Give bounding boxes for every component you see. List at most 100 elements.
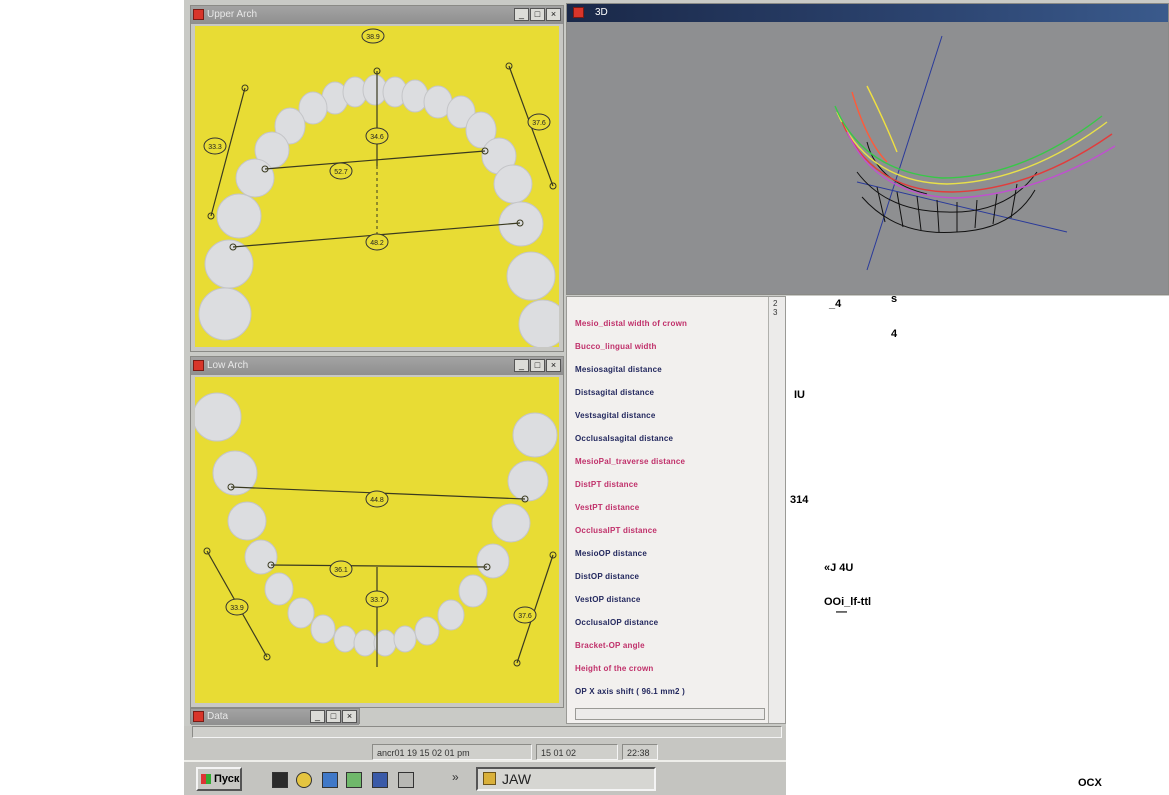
label-center: 34.6	[365, 127, 389, 145]
close-button[interactable]: ×	[342, 710, 357, 723]
label-left: 33.3	[203, 137, 227, 155]
upper-arch-drawing: 38.9 34.6 52.7 48.2 33.3 37.6	[195, 26, 559, 347]
minimize-button[interactable]: _	[310, 710, 325, 723]
upper-arch-title: Upper Arch	[207, 9, 258, 20]
svg-text:33.9: 33.9	[230, 605, 244, 612]
status-bar: ancr01 19 15 02 01 pm 15 01 02 22:38	[184, 726, 786, 760]
horizontal-scroll-track[interactable]	[192, 726, 782, 738]
stray-text: s	[891, 293, 898, 305]
stray-text: OCX	[1078, 777, 1102, 789]
measurement-list-item[interactable]: VestOP distance	[575, 595, 765, 618]
close-button[interactable]: ×	[546, 359, 561, 372]
status-date-field: ancr01 19 15 02 01 pm	[372, 744, 532, 760]
svg-text:33.3: 33.3	[208, 144, 222, 151]
list-horizontal-scrollbar[interactable]	[575, 708, 765, 720]
stray-text: 4	[891, 328, 898, 340]
measurement-list-item[interactable]: Distsagital distance	[575, 388, 765, 411]
lower-arch-drawing: 44.8 36.1 33.7 33.9 37.6	[195, 377, 559, 703]
window-app-icon	[193, 9, 204, 20]
window-app-icon	[193, 711, 204, 722]
explorer-icon[interactable]	[322, 772, 338, 788]
view3d-background	[567, 22, 1168, 294]
label-right: 37.6	[513, 606, 537, 624]
measurement-list-item[interactable]: Bucco_lingual width	[575, 342, 765, 365]
stray-text: «J 4U	[824, 562, 854, 574]
start-label: Пуск	[214, 773, 240, 785]
view3d-window[interactable]: 3D	[566, 3, 1169, 295]
word-icon[interactable]	[372, 772, 388, 788]
window-app-icon	[193, 360, 204, 371]
view3d-title: 3D	[595, 7, 608, 18]
maximize-button[interactable]: □	[530, 8, 545, 21]
svg-text:37.6: 37.6	[518, 613, 532, 620]
svg-text:33.7: 33.7	[370, 597, 384, 604]
measurement-list-item[interactable]: Mesio_distal width of crown	[575, 319, 765, 342]
stray-text: IU	[794, 389, 805, 401]
label-mid: 36.1	[329, 560, 353, 578]
measurement-list-item[interactable]: VestPT distance	[575, 503, 765, 526]
media-icon[interactable]	[398, 772, 414, 788]
close-button[interactable]: ×	[546, 8, 561, 21]
maximize-button[interactable]: □	[326, 710, 341, 723]
window-app-icon	[573, 7, 584, 18]
lower-arch-titlebar[interactable]: Low Arch _ □ ×	[191, 357, 563, 375]
measurement-list-item[interactable]: Bracket-OP angle	[575, 641, 765, 664]
measurement-list-panel[interactable]: Mesio_distal width of crown Bucco_lingual…	[566, 296, 786, 724]
measurement-list-item[interactable]: OP X axis shift ( 96.1 mm2 )	[575, 687, 765, 710]
measurement-list-item[interactable]: DistOP distance	[575, 572, 765, 595]
svg-text:37.6: 37.6	[532, 120, 546, 127]
measurement-list-item[interactable]: Height of the crown	[575, 664, 765, 687]
minimize-button[interactable]: _	[514, 8, 529, 21]
svg-text:34.6: 34.6	[370, 134, 384, 141]
upper-arch-window[interactable]: Upper Arch _ □ × 38.9 34.6 52.7 48.2 33.…	[190, 5, 564, 352]
minimize-button[interactable]: _	[514, 359, 529, 372]
data-window-stub[interactable]: Data _ □ ×	[190, 708, 360, 725]
stray-text: 314	[790, 494, 809, 506]
status-time: 22:38	[622, 744, 658, 760]
start-button[interactable]: Пуск	[196, 767, 242, 791]
label-molar: 48.2	[365, 233, 389, 251]
lower-arch-window[interactable]: Low Arch _ □ × 44.8 36.1 33.7 33.9 37.6	[190, 356, 564, 708]
measurement-list-item[interactable]: Mesiosagital distance	[575, 365, 765, 388]
data-window-titlebar[interactable]: Data _ □ ×	[191, 709, 359, 725]
svg-text:38.9: 38.9	[366, 34, 380, 41]
stray-text: _4	[829, 298, 842, 310]
lower-arch-canvas[interactable]: 44.8 36.1 33.7 33.9 37.6	[195, 377, 559, 703]
label-right: 37.6	[527, 113, 551, 131]
list-vertical-scrollbar[interactable]: 2 3	[768, 297, 785, 723]
label-mid: 52.7	[329, 162, 353, 180]
taskbar: Пуск » JAW	[184, 760, 786, 795]
upper-arch-canvas[interactable]: 38.9 34.6 52.7 48.2 33.3 37.6	[195, 26, 559, 347]
measurement-list-item[interactable]: MesioOP distance	[575, 549, 765, 572]
svg-text:48.2: 48.2	[370, 240, 384, 247]
spreadsheet-icon[interactable]	[346, 772, 362, 788]
view3d-drawing	[567, 22, 1168, 294]
stray-text: OOi_lf-ttl	[824, 596, 872, 608]
maximize-button[interactable]: □	[530, 359, 545, 372]
view3d-titlebar[interactable]: 3D	[567, 4, 1168, 22]
desktop-icon[interactable]	[272, 772, 288, 788]
browser-icon[interactable]	[296, 772, 312, 788]
scroll-tick: 3	[773, 308, 778, 317]
lower-arch-title: Low Arch	[207, 360, 249, 371]
quicklaunch-chevron-icon[interactable]: »	[452, 770, 459, 784]
svg-text:36.1: 36.1	[334, 567, 348, 574]
measurement-list-item[interactable]: Occlusalsagital distance	[575, 434, 765, 457]
status-date: 15 01 02	[536, 744, 618, 760]
label-center: 33.7	[365, 590, 389, 608]
label-top: 38.9	[361, 28, 385, 44]
measurement-list-item[interactable]: DistPT distance	[575, 480, 765, 503]
task-button-jaw[interactable]: JAW	[476, 767, 656, 791]
windows-flag-icon	[201, 774, 211, 784]
scroll-tick: 2	[773, 299, 778, 308]
measurement-list-item[interactable]: MesioPal_traverse distance	[575, 457, 765, 480]
view3d-canvas[interactable]	[567, 22, 1168, 294]
measurement-list-item[interactable]: OcclusalOP distance	[575, 618, 765, 641]
data-window-title: Data	[207, 711, 229, 722]
label-molar: 44.8	[365, 490, 389, 508]
upper-arch-titlebar[interactable]: Upper Arch _ □ ×	[191, 6, 563, 24]
jaw-app-icon	[483, 772, 496, 785]
measurement-list-item[interactable]: OcclusalPT distance	[575, 526, 765, 549]
measurement-list[interactable]: Mesio_distal width of crown Bucco_lingual…	[575, 319, 765, 710]
measurement-list-item[interactable]: Vestsagital distance	[575, 411, 765, 434]
